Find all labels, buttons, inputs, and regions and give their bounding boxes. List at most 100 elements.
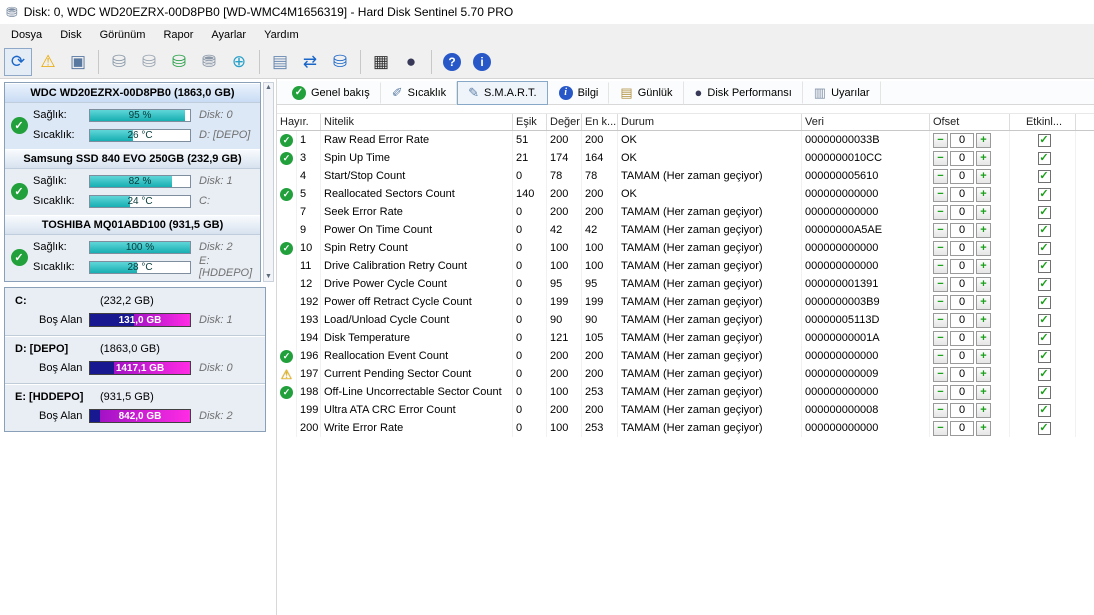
enabled-checkbox[interactable]: ✓ [1037, 205, 1051, 219]
menu-item-3[interactable]: Rapor [154, 26, 202, 44]
enabled-checkbox[interactable]: ✓ [1037, 259, 1051, 273]
disk-name[interactable]: TOSHIBA MQ01ABD100 (931,5 GB) [5, 215, 260, 235]
disk-refresh-icon[interactable]: ⛁ [326, 48, 354, 76]
offset-plus-button[interactable]: + [976, 132, 991, 148]
tab-g-nl-k[interactable]: ▤ Günlük [609, 80, 684, 105]
table-row[interactable]: ⚠ 197 Current Pending Sector Count 0 200… [277, 365, 1094, 383]
offset-minus-button[interactable]: − [933, 204, 948, 220]
header-enkotu[interactable]: En k... [582, 114, 618, 130]
disk-name[interactable]: WDC WD20EZRX-00D8PB0 (1863,0 GB) [5, 83, 260, 103]
table-row[interactable]: 192 Power off Retract Cycle Count 0 199 … [277, 293, 1094, 311]
header-nitelik[interactable]: Nitelik [321, 114, 513, 130]
disk-item-1[interactable]: Samsung SSD 840 EVO 250GB (232,9 GB) ✓ S… [5, 149, 260, 215]
scroll-up-icon[interactable]: ▲ [265, 83, 272, 92]
tab-uyar-lar[interactable]: ▥ Uyarılar [803, 80, 881, 105]
disk-tools-icon[interactable]: ⛃ [195, 48, 223, 76]
enabled-checkbox[interactable]: ✓ [1037, 367, 1051, 381]
offset-plus-button[interactable]: + [976, 330, 991, 346]
enabled-checkbox[interactable]: ✓ [1037, 169, 1051, 183]
disk-item-0[interactable]: WDC WD20EZRX-00D8PB0 (1863,0 GB) ✓ Sağlı… [5, 83, 260, 149]
offset-minus-button[interactable]: − [933, 366, 948, 382]
table-row[interactable]: 199 Ultra ATA CRC Error Count 0 200 200 … [277, 401, 1094, 419]
header-hayir[interactable]: Hayır. [277, 114, 321, 130]
network-icon[interactable]: ⊕ [225, 48, 253, 76]
offset-minus-button[interactable]: − [933, 402, 948, 418]
offset-minus-button[interactable]: − [933, 168, 948, 184]
table-row[interactable]: 9 Power On Time Count 0 42 42 TAMAM (Her… [277, 221, 1094, 239]
offset-plus-button[interactable]: + [976, 402, 991, 418]
tab-s-cakl-k[interactable]: ✐ Sıcaklık [381, 80, 458, 105]
refresh-icon[interactable]: ⟳ [4, 47, 32, 76]
disk-name[interactable]: Samsung SSD 840 EVO 250GB (232,9 GB) [5, 149, 260, 169]
offset-plus-button[interactable]: + [976, 222, 991, 238]
enabled-checkbox[interactable]: ✓ [1037, 151, 1051, 165]
header-ofset[interactable]: Ofset [930, 114, 1010, 130]
menu-item-1[interactable]: Disk [51, 26, 90, 44]
header-durum[interactable]: Durum [618, 114, 802, 130]
offset-minus-button[interactable]: − [933, 186, 948, 202]
table-row[interactable]: ✓ 10 Spin Retry Count 0 100 100 TAMAM (H… [277, 239, 1094, 257]
table-row[interactable]: 11 Drive Calibration Retry Count 0 100 1… [277, 257, 1094, 275]
warning-icon[interactable]: ⚠ [34, 48, 62, 76]
offset-plus-button[interactable]: + [976, 276, 991, 292]
enabled-checkbox[interactable]: ✓ [1037, 385, 1051, 399]
help-icon[interactable]: ? [438, 48, 466, 76]
offset-minus-button[interactable]: − [933, 240, 948, 256]
enabled-checkbox[interactable]: ✓ [1037, 349, 1051, 363]
header-etkin[interactable]: Etkinl... [1010, 114, 1076, 130]
tab-genel-bak-[interactable]: ✓ Genel bakış [281, 81, 381, 104]
enabled-checkbox[interactable]: ✓ [1037, 421, 1051, 435]
menu-item-0[interactable]: Dosya [2, 26, 51, 44]
disk-surface-test-icon[interactable]: ⛁ [135, 48, 163, 76]
offset-plus-button[interactable]: + [976, 258, 991, 274]
table-row[interactable]: ✓ 196 Reallocation Event Count 0 200 200… [277, 347, 1094, 365]
table-row[interactable]: 7 Seek Error Rate 0 200 200 TAMAM (Her z… [277, 203, 1094, 221]
table-row[interactable]: 194 Disk Temperature 0 121 105 TAMAM (He… [277, 329, 1094, 347]
partition-item-d[interactable]: D: [DEPO] (1863,0 GB) Boş Alan 1417,1 GB… [5, 335, 265, 383]
enabled-checkbox[interactable]: ✓ [1037, 241, 1051, 255]
scroll-down-icon[interactable]: ▼ [265, 272, 272, 281]
offset-plus-button[interactable]: + [976, 348, 991, 364]
partition-item-c[interactable]: C: (232,2 GB) Boş Alan 131,0 GB Disk: 1 [5, 288, 265, 335]
table-row[interactable]: 4 Start/Stop Count 0 78 78 TAMAM (Her za… [277, 167, 1094, 185]
offset-minus-button[interactable]: − [933, 222, 948, 238]
header-veri[interactable]: Veri [802, 114, 930, 130]
table-row[interactable]: 193 Load/Unload Cycle Count 0 90 90 TAMA… [277, 311, 1094, 329]
performance-icon[interactable]: ● [397, 48, 425, 76]
menu-item-5[interactable]: Yardım [255, 26, 308, 44]
offset-minus-button[interactable]: − [933, 150, 948, 166]
info-icon[interactable]: i [468, 48, 496, 76]
tab-disk-performans-[interactable]: ● Disk Performansı [684, 81, 803, 104]
report-icon[interactable]: ▤ [266, 48, 294, 76]
enabled-checkbox[interactable]: ✓ [1037, 295, 1051, 309]
offset-plus-button[interactable]: + [976, 366, 991, 382]
offset-plus-button[interactable]: + [976, 294, 991, 310]
offset-plus-button[interactable]: + [976, 204, 991, 220]
offset-minus-button[interactable]: − [933, 330, 948, 346]
enabled-checkbox[interactable]: ✓ [1037, 403, 1051, 417]
table-row[interactable]: 200 Write Error Rate 0 100 253 TAMAM (He… [277, 419, 1094, 437]
disk-test-icon[interactable]: ⛁ [105, 48, 133, 76]
offset-minus-button[interactable]: − [933, 132, 948, 148]
enabled-checkbox[interactable]: ✓ [1037, 313, 1051, 327]
menu-item-4[interactable]: Ayarlar [202, 26, 255, 44]
disk-repair-icon[interactable]: ⛁ [165, 48, 193, 76]
menu-item-2[interactable]: Görünüm [91, 26, 155, 44]
enabled-checkbox[interactable]: ✓ [1037, 187, 1051, 201]
offset-minus-button[interactable]: − [933, 420, 948, 436]
enabled-checkbox[interactable]: ✓ [1037, 277, 1051, 291]
offset-minus-button[interactable]: − [933, 276, 948, 292]
offset-plus-button[interactable]: + [976, 150, 991, 166]
chart-icon[interactable]: ▦ [367, 48, 395, 76]
enabled-checkbox[interactable]: ✓ [1037, 133, 1051, 147]
enabled-checkbox[interactable]: ✓ [1037, 223, 1051, 237]
tab-bilgi[interactable]: i Bilgi [548, 81, 610, 104]
table-row[interactable]: ✓ 5 Reallocated Sectors Count 140 200 20… [277, 185, 1094, 203]
header-deger[interactable]: Değer [547, 114, 582, 130]
table-row[interactable]: ✓ 1 Raw Read Error Rate 51 200 200 OK 00… [277, 131, 1094, 149]
tab-s-m-a-r-t-[interactable]: ✎ S.M.A.R.T. [457, 80, 548, 105]
offset-plus-button[interactable]: + [976, 168, 991, 184]
disk-item-2[interactable]: TOSHIBA MQ01ABD100 (931,5 GB) ✓ Sağlık: … [5, 215, 260, 281]
offset-plus-button[interactable]: + [976, 384, 991, 400]
header-esik[interactable]: Eşik [513, 114, 547, 130]
